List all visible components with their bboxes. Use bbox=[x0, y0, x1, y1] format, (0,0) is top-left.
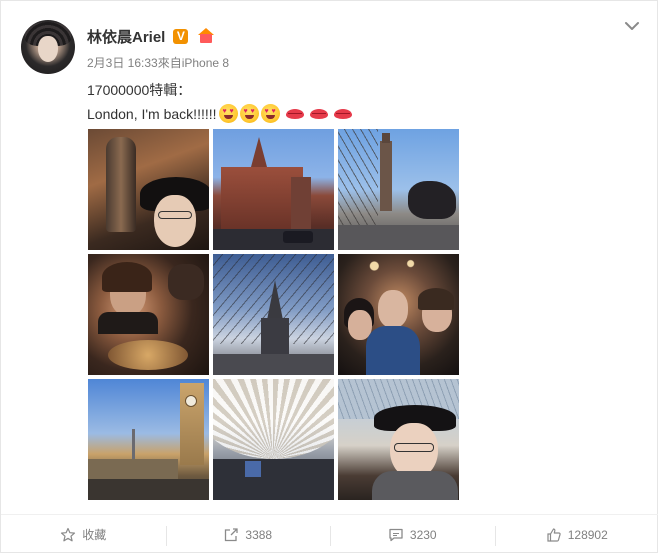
photo-station-selfie[interactable] bbox=[338, 379, 459, 500]
chevron-down-icon[interactable] bbox=[622, 16, 642, 36]
photo-group-selfie[interactable] bbox=[338, 254, 459, 375]
favorite-label: 收藏 bbox=[82, 528, 107, 542]
post-text: London, I'm back!!!!!! bbox=[87, 105, 217, 122]
like-count: 128902 bbox=[567, 527, 608, 542]
author-row: 林依晨Ariel V bbox=[87, 26, 215, 46]
comment-count: 3230 bbox=[409, 527, 437, 542]
house-badge-icon[interactable] bbox=[197, 28, 215, 44]
post-text-line-1: 17000000特輯： bbox=[87, 82, 192, 98]
lips-emoji-icon bbox=[309, 108, 328, 119]
heart-eyes-emoji-icon: ♥ ♥ bbox=[260, 104, 280, 123]
share-icon bbox=[225, 527, 239, 541]
photo-statue-selfie[interactable] bbox=[88, 129, 209, 250]
thumbs-up-icon bbox=[547, 527, 561, 542]
post-meta[interactable]: 2月3日 16:33來自iPhone 8 bbox=[87, 54, 229, 71]
share-button[interactable]: 3388 bbox=[165, 515, 331, 553]
post-text-line-2: London, I'm back!!!!!! ♥ ♥ ♥ ♥ ♥ ♥ bbox=[87, 104, 352, 123]
avatar[interactable] bbox=[21, 20, 75, 74]
share-count: 3388 bbox=[245, 527, 273, 542]
photo-kings-cross-roof[interactable] bbox=[213, 379, 334, 500]
like-button[interactable]: 128902 bbox=[494, 515, 658, 553]
heart-eyes-emoji-icon: ♥ ♥ bbox=[239, 104, 259, 123]
vip-badge-icon[interactable]: V bbox=[173, 28, 189, 44]
weibo-post-card: 林依晨Ariel V 2月3日 16:33來自iPhone 8 17000000… bbox=[0, 0, 658, 553]
photo-restaurant-dinner[interactable] bbox=[88, 254, 209, 375]
photo-church-spire[interactable] bbox=[213, 254, 334, 375]
lips-emoji-icon bbox=[285, 108, 304, 119]
photo-st-pancras-building[interactable] bbox=[213, 129, 334, 250]
star-icon bbox=[61, 527, 76, 541]
photo-tower-and-sculpture[interactable] bbox=[338, 129, 459, 250]
photo-kings-cross-clock-tower[interactable] bbox=[88, 379, 209, 500]
action-bar: 收藏 3388 3230 128902 bbox=[1, 514, 658, 553]
author-name[interactable]: 林依晨Ariel bbox=[87, 26, 165, 47]
comment-button[interactable]: 3230 bbox=[330, 515, 495, 553]
photo-grid bbox=[88, 129, 460, 502]
heart-eyes-emoji-icon: ♥ ♥ bbox=[218, 104, 238, 123]
avatar-face bbox=[38, 36, 58, 62]
favorite-button[interactable]: 收藏 bbox=[1, 515, 166, 553]
comment-icon bbox=[389, 528, 403, 541]
lips-emoji-icon bbox=[333, 108, 352, 119]
